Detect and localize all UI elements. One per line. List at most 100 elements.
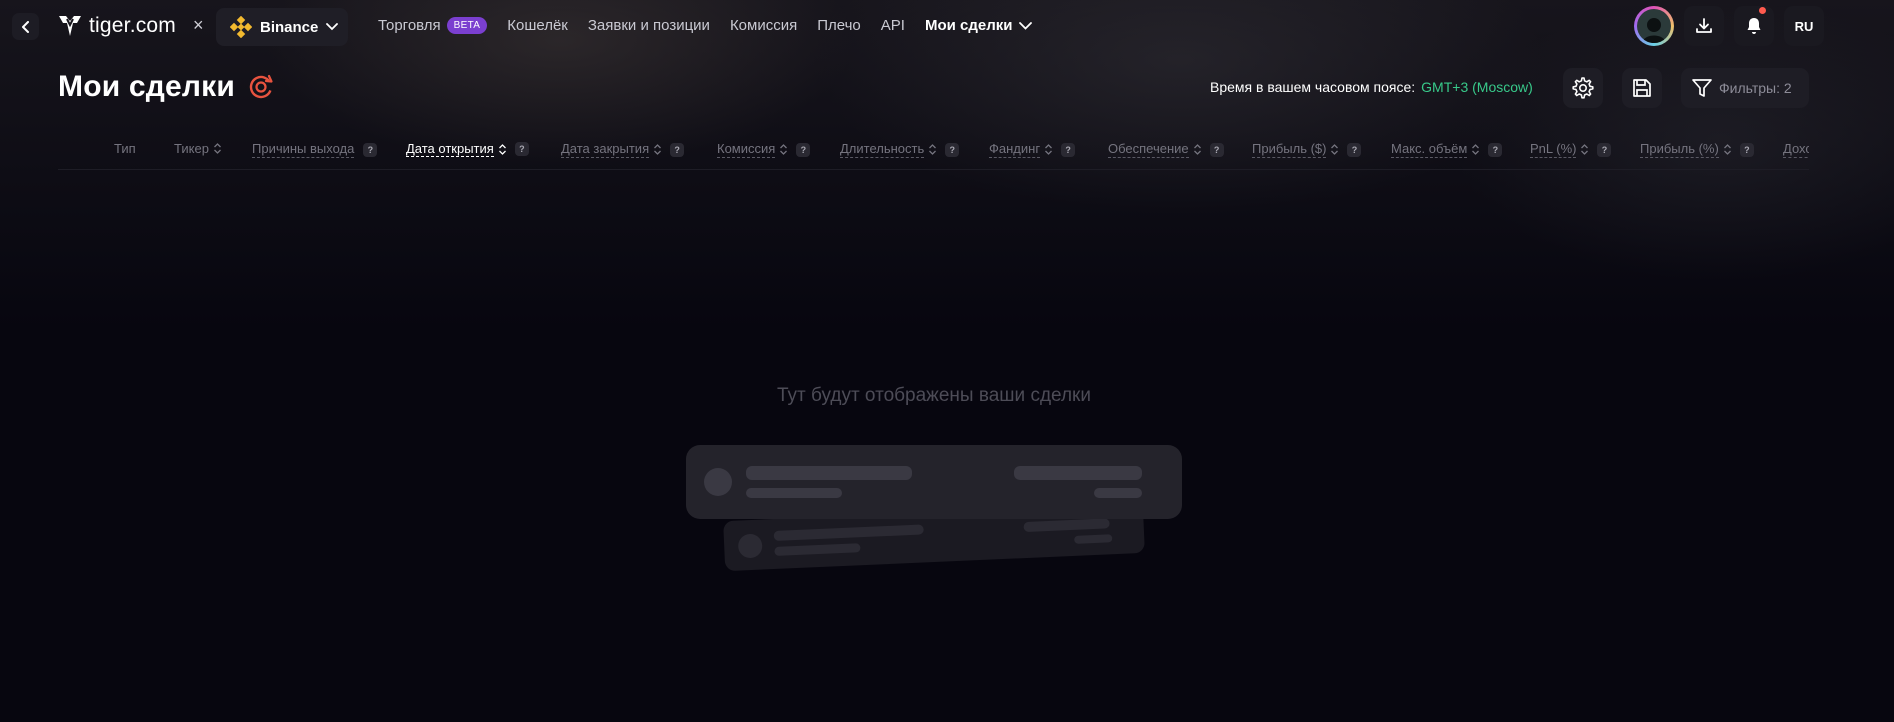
empty-state-message: Тут будут отображены ваши сделки <box>777 385 1091 406</box>
column-open-date[interactable]: Дата открытия ? <box>406 141 529 157</box>
notifications-button[interactable] <box>1734 6 1774 46</box>
menu-item-commission[interactable]: Комиссия <box>730 17 797 34</box>
column-label: Тип <box>114 141 136 156</box>
sort-icon[interactable] <box>498 143 506 155</box>
column-type: Тип <box>114 141 136 156</box>
page-title: Мои сделки <box>58 70 236 103</box>
column-ticker[interactable]: Тикер <box>174 141 221 156</box>
skeleton-line <box>1094 488 1142 498</box>
column-label: Обеспечение <box>1108 141 1189 158</box>
filters-button[interactable]: Фильтры: 2 <box>1681 68 1809 108</box>
sort-icon[interactable] <box>654 144 662 155</box>
column-label: PnL (%) <box>1530 141 1577 158</box>
empty-state-illustration-front-card <box>686 445 1182 519</box>
download-icon <box>1696 18 1712 33</box>
menu-item-label: Плечо <box>817 17 861 34</box>
column-label: Причины выхода <box>252 141 355 158</box>
sort-icon[interactable] <box>213 143 221 154</box>
skeleton-line <box>746 466 912 480</box>
column-collateral[interactable]: Обеспечение ? <box>1108 141 1224 158</box>
skeleton-line <box>1023 518 1110 533</box>
menu-item-wallet[interactable]: Кошелёк <box>507 17 568 34</box>
main-menu: Торговля BETA Кошелёк Заявки и позиции К… <box>378 17 1052 34</box>
filters-label: Фильтры: 2 <box>1719 80 1792 96</box>
skeleton-line <box>774 543 861 556</box>
column-funding[interactable]: Фандинг ? <box>989 141 1076 158</box>
save-button[interactable] <box>1622 68 1662 108</box>
logo-text: tiger.com <box>89 14 176 37</box>
exchange-label: Binance <box>260 18 319 36</box>
menu-item-label: Мои сделки <box>924 17 1013 34</box>
sort-icon[interactable] <box>1045 144 1053 155</box>
top-right-controls: RU <box>1634 6 1824 46</box>
help-icon[interactable]: ? <box>796 142 811 157</box>
skeleton-line <box>1074 534 1113 544</box>
help-icon[interactable]: ? <box>1347 142 1362 157</box>
timezone-value[interactable]: GMT+3 (Moscow) <box>1421 79 1533 95</box>
chevron-left-icon <box>21 20 29 33</box>
sort-icon[interactable] <box>1581 144 1589 155</box>
column-close-date[interactable]: Дата закрытия ? <box>561 141 685 158</box>
tiger-logo-icon <box>59 16 81 36</box>
column-label: Комиссия <box>717 141 776 158</box>
tiger-logo[interactable]: tiger.com <box>58 14 176 38</box>
avatar-image <box>1637 9 1671 43</box>
menu-item-api[interactable]: API <box>881 17 905 34</box>
column-label: Тикер <box>174 141 209 156</box>
column-profit-percent[interactable]: Прибыль (%) ? <box>1640 141 1754 158</box>
help-icon[interactable]: ? <box>1209 142 1224 157</box>
trades-table-header: Тип Тикер Причины выхода ? Дата открытия… <box>58 138 1809 170</box>
bell-icon <box>1747 18 1761 34</box>
skeleton-line <box>1014 466 1142 480</box>
chevron-down-icon <box>326 23 339 31</box>
help-icon[interactable]: ? <box>1061 142 1076 157</box>
sort-icon[interactable] <box>1723 144 1731 155</box>
sort-icon[interactable] <box>1193 144 1201 155</box>
user-silhouette-icon <box>1642 18 1666 43</box>
settings-button[interactable] <box>1563 68 1603 108</box>
language-button[interactable]: RU <box>1784 6 1824 46</box>
column-commission[interactable]: Комиссия ? <box>717 141 811 158</box>
column-profit-usd[interactable]: Прибыль ($) ? <box>1252 141 1362 158</box>
column-label: Дохо <box>1783 141 1809 158</box>
menu-item-label: Заявки и позиции <box>587 17 710 34</box>
download-button[interactable] <box>1684 6 1724 46</box>
help-icon[interactable]: ? <box>1739 142 1754 157</box>
chevron-down-icon <box>1019 21 1033 30</box>
back-button[interactable] <box>12 13 39 40</box>
menu-item-label: Торговля <box>378 17 441 34</box>
sort-icon[interactable] <box>1331 144 1339 155</box>
column-duration[interactable]: Длительность ? <box>840 141 960 158</box>
menu-item-my-trades[interactable]: Мои сделки <box>925 17 1033 34</box>
sort-icon[interactable] <box>780 144 788 155</box>
help-icon[interactable]: ? <box>670 142 685 157</box>
help-icon[interactable]: ? <box>945 142 960 157</box>
avatar[interactable] <box>1634 6 1674 46</box>
trades-page: tiger.com × Binance Торговля BETA Кошелё… <box>0 0 1894 722</box>
column-pnl-percent[interactable]: PnL (%) ? <box>1530 141 1612 158</box>
help-icon[interactable]: ? <box>1488 142 1503 157</box>
column-income-truncated[interactable]: Дохо <box>1783 141 1809 158</box>
gear-icon <box>1572 77 1594 99</box>
top-nav: tiger.com × Binance Торговля BETA Кошелё… <box>0 0 1894 54</box>
menu-item-leverage[interactable]: Плечо <box>817 17 861 34</box>
column-exit-reasons[interactable]: Причины выхода ? <box>252 141 378 158</box>
column-label: Дата закрытия <box>561 141 650 158</box>
refresh-icon[interactable] <box>247 73 275 101</box>
menu-item-orders-positions[interactable]: Заявки и позиции <box>588 17 710 34</box>
column-max-volume[interactable]: Макс. объём ? <box>1391 141 1503 158</box>
column-label: Прибыль ($) <box>1252 141 1327 158</box>
filter-icon <box>1692 79 1712 97</box>
sort-icon[interactable] <box>1472 144 1480 155</box>
page-header: Мои сделки <box>58 70 275 104</box>
help-icon[interactable]: ? <box>1597 142 1612 157</box>
menu-item-label: API <box>880 17 905 34</box>
beta-badge: BETA <box>446 17 488 34</box>
menu-item-trading[interactable]: Торговля BETA <box>378 17 488 34</box>
help-icon[interactable]: ? <box>514 142 529 156</box>
column-label: Макс. объём <box>1391 141 1468 158</box>
help-icon[interactable]: ? <box>363 142 378 157</box>
skeleton-avatar <box>704 468 732 496</box>
exchange-selector[interactable]: Binance <box>216 8 348 46</box>
sort-icon[interactable] <box>929 144 937 155</box>
